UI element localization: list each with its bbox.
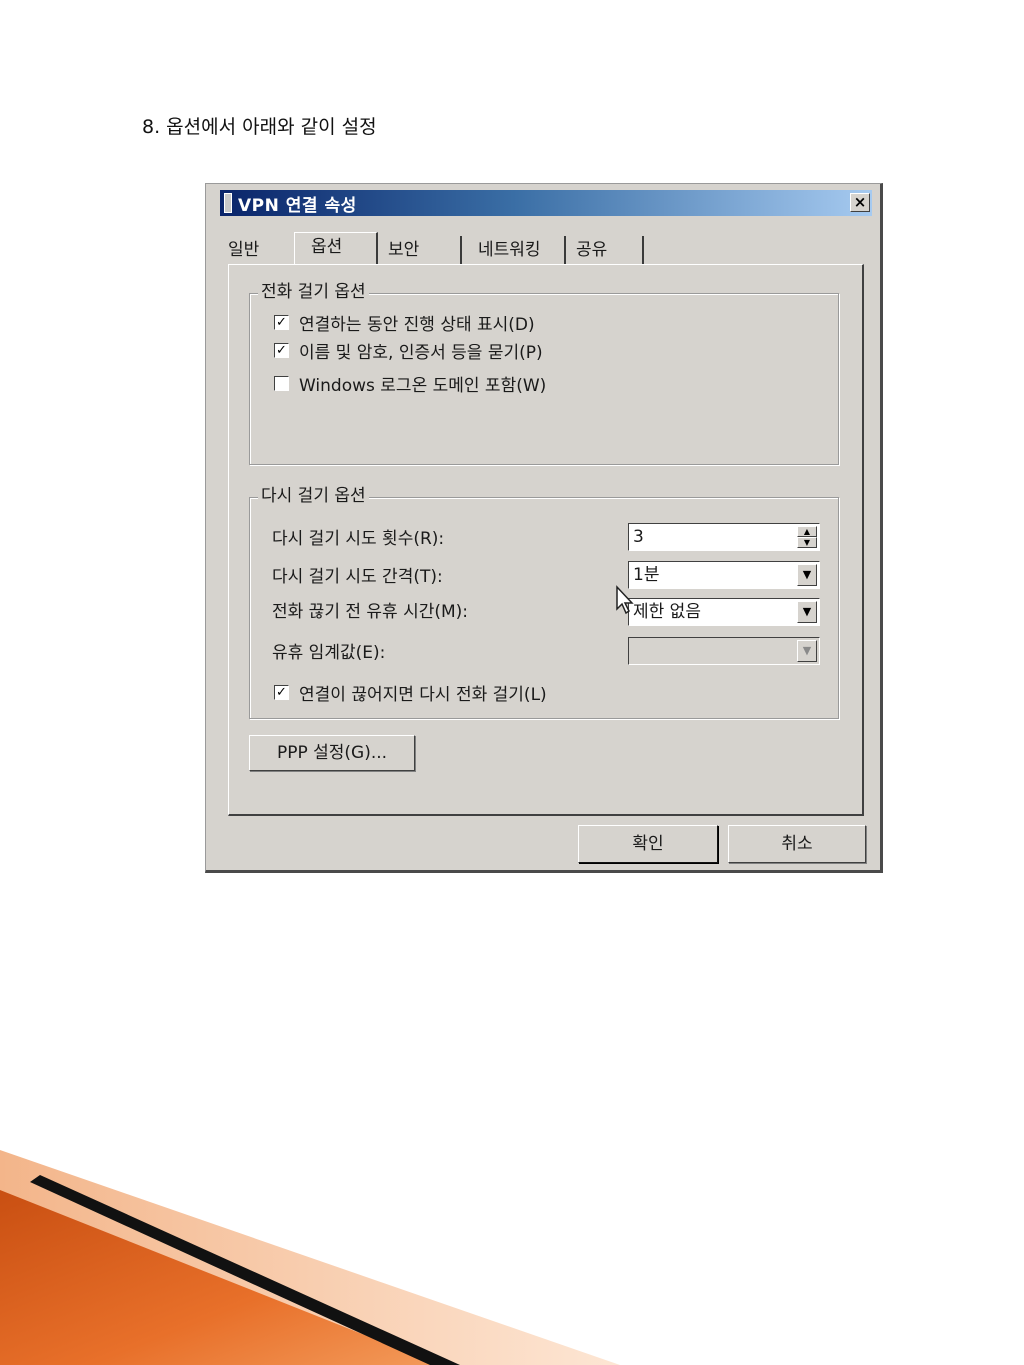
close-button[interactable]: ×: [850, 193, 870, 212]
chevron-down-icon[interactable]: ▼: [797, 564, 817, 586]
redial-on-drop-label: 연결이 끊어지면 다시 전화 걸기(L): [299, 684, 547, 705]
tab-networking[interactable]: 네트워킹: [474, 236, 566, 264]
include-domain-checkbox-row[interactable]: Windows 로그온 도메인 포함(W): [274, 371, 547, 396]
redial-attempts-label: 다시 걸기 시도 횟수(R):: [272, 529, 445, 549]
show-progress-label: 연결하는 동안 진행 상태 표시(D): [299, 314, 535, 335]
tab-general[interactable]: 일반: [224, 236, 263, 264]
dialing-options-group: 전화 걸기 옵션 ✓ 연결하는 동안 진행 상태 표시(D) ✓ 이름 및 암호…: [249, 280, 839, 465]
ok-button[interactable]: 확인: [578, 825, 718, 863]
prompt-credentials-label: 이름 및 암호, 인증서 등을 묻기(P): [299, 342, 543, 363]
redial-on-drop-checkbox-row[interactable]: ✓ 연결이 끊어지면 다시 전화 걸기(L): [274, 680, 547, 705]
tab-sharing[interactable]: 공유: [572, 236, 644, 264]
idle-threshold-label: 유휴 임계값(E):: [272, 643, 386, 663]
show-progress-checkbox-row[interactable]: ✓ 연결하는 동안 진행 상태 표시(D): [274, 310, 535, 335]
redial-on-drop-checkbox[interactable]: ✓: [274, 684, 289, 700]
redial-interval-label: 다시 걸기 시도 간격(T):: [272, 567, 443, 587]
tab-options[interactable]: 옵션: [294, 232, 378, 264]
dialog-title: VPN 연결 속성: [238, 195, 357, 216]
chevron-down-icon: ▼: [797, 640, 817, 662]
chevron-down-icon[interactable]: ▼: [797, 601, 817, 623]
redial-attempts-value: 3: [633, 527, 644, 547]
redial-attempts-input[interactable]: 3 ▲ ▼: [628, 523, 820, 551]
page-caption: 8. 옵션에서 아래와 같이 설정: [142, 116, 377, 138]
include-domain-checkbox[interactable]: [274, 375, 289, 391]
spin-up-icon[interactable]: ▲: [797, 526, 817, 537]
mouse-pointer-icon: [616, 585, 634, 615]
tab-security[interactable]: 보안: [384, 236, 462, 264]
spin-down-icon[interactable]: ▼: [797, 537, 817, 548]
cancel-button[interactable]: 취소: [728, 825, 866, 863]
idle-time-label: 전화 끊기 전 유휴 시간(M):: [272, 602, 469, 622]
prompt-credentials-checkbox-row[interactable]: ✓ 이름 및 암호, 인증서 등을 묻기(P): [274, 338, 543, 363]
options-tab-panel: 전화 걸기 옵션 ✓ 연결하는 동안 진행 상태 표시(D) ✓ 이름 및 암호…: [228, 264, 864, 816]
ppp-settings-button[interactable]: PPP 설정(G)...: [249, 735, 415, 771]
idle-time-select[interactable]: 제한 없음 ▼: [628, 598, 820, 626]
redial-interval-value: 1분: [633, 565, 660, 585]
idle-time-value: 제한 없음: [633, 602, 701, 622]
vpn-properties-dialog: VPN 연결 속성 × 일반 옵션 보안 네트워킹 공유 전화 걸기 옵션 ✓ …: [205, 183, 883, 873]
prompt-credentials-checkbox[interactable]: ✓: [274, 342, 289, 358]
redial-options-legend: 다시 걸기 옵션: [258, 484, 369, 508]
show-progress-checkbox[interactable]: ✓: [274, 314, 289, 330]
redial-options-group: 다시 걸기 옵션 다시 걸기 시도 횟수(R): 3 ▲ ▼ 다시 걸기 시도 …: [249, 484, 839, 719]
close-icon: ×: [853, 193, 867, 211]
redial-attempts-spinner[interactable]: ▲ ▼: [797, 526, 817, 548]
dialing-options-legend: 전화 걸기 옵션: [258, 280, 369, 304]
network-connection-icon: [224, 193, 232, 213]
corner-decoration: [0, 1150, 620, 1365]
redial-interval-select[interactable]: 1분 ▼: [628, 561, 820, 589]
idle-threshold-select: ▼: [628, 637, 820, 665]
title-bar[interactable]: VPN 연결 속성 ×: [220, 190, 872, 216]
include-domain-label: Windows 로그온 도메인 포함(W): [299, 375, 547, 396]
